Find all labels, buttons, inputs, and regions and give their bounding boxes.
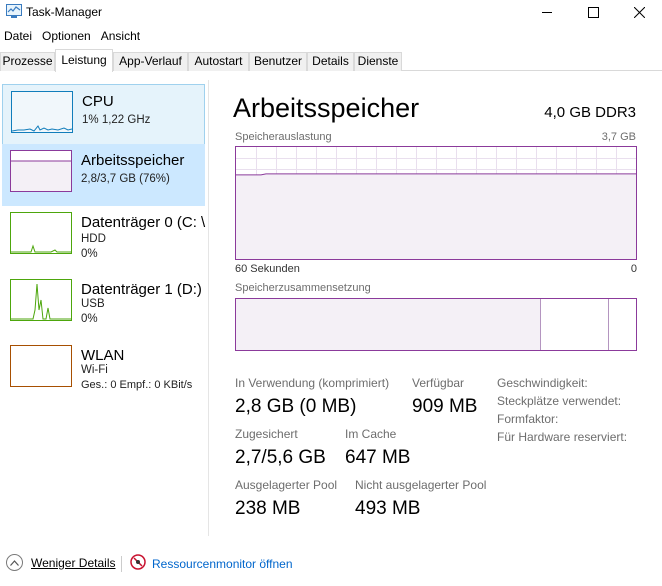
close-button[interactable]: [616, 0, 662, 24]
composition-label: Speicherzusammensetzung: [235, 282, 371, 294]
paged-pool-label: Ausgelagerter Pool: [235, 478, 338, 492]
sidebar-disk-1-title: Datenträger 1 (D:): [81, 281, 202, 298]
sidebar-cpu-usage: 1% 1,22 GHz: [82, 114, 151, 126]
chevron-up-icon: [6, 554, 23, 571]
tab-bar: Prozesse Leistung App-Verlauf Autostart …: [0, 49, 662, 72]
window-title: Task-Manager: [26, 5, 103, 19]
usage-graph-label: Speicherauslastung: [235, 131, 332, 143]
tab-prozesse[interactable]: Prozesse: [0, 52, 55, 71]
sidebar-item-cpu[interactable]: CPU 1% 1,22 GHz: [2, 84, 205, 146]
menu-ansicht[interactable]: Ansicht: [96, 27, 145, 47]
minimize-button[interactable]: [524, 0, 570, 24]
fewer-details-label: Weniger Details: [31, 555, 116, 570]
menu-bar: Datei Optionen Ansicht: [0, 27, 145, 47]
resource-monitor-label: Ressourcenmonitor öffnen: [152, 556, 293, 571]
menu-optionen[interactable]: Optionen: [37, 27, 96, 47]
graph-time-right: 0: [630, 263, 637, 275]
title-bar: Task-Manager: [0, 0, 662, 24]
task-manager-icon: [6, 4, 22, 18]
tab-benutzer[interactable]: Benutzer: [249, 52, 307, 71]
cached-label: Im Cache: [345, 427, 397, 441]
sidebar-wlan-throughput: Ges.: 0 Empf.: 0 KBit/s: [81, 379, 193, 391]
in-use-label: In Verwendung (komprimiert): [235, 376, 390, 390]
graph-time-left: 60 Sekunden: [235, 263, 300, 275]
composition-cached[interactable]: [542, 299, 609, 350]
disk-1-thumbnail-graph: [10, 279, 72, 321]
tab-dienste[interactable]: Dienste: [354, 52, 402, 71]
cached-value: 647 MB: [345, 447, 411, 468]
hardware-reserved-label: Für Hardware reserviert:: [497, 430, 628, 444]
memory-spec: 4,0 GB DDR3: [544, 104, 636, 121]
speed-label: Geschwindigkeit:: [497, 376, 588, 390]
sidebar-item-memory[interactable]: Arbeitsspeicher 2,8/3,7 GB (76%): [2, 144, 205, 206]
menu-datei[interactable]: Datei: [0, 27, 37, 47]
available-value: 909 MB: [412, 396, 478, 417]
tab-leistung[interactable]: Leistung: [55, 49, 113, 72]
paged-pool-value: 238 MB: [235, 498, 301, 519]
nonpaged-pool-value: 493 MB: [355, 498, 421, 519]
available-label: Verfügbar: [412, 376, 465, 390]
tab-autostart[interactable]: Autostart: [188, 52, 249, 71]
memory-thumbnail-graph: [10, 150, 72, 192]
nonpaged-pool-label: Nicht ausgelagerter Pool: [355, 478, 487, 492]
disk-0-thumbnail-graph: [10, 212, 72, 254]
in-use-value: 2,8 GB (0 MB): [235, 396, 357, 417]
memory-composition-bar: [235, 298, 637, 351]
maximize-button[interactable]: [570, 0, 616, 24]
sidebar-disk-0-title: Datenträger 0 (C: \: [81, 214, 206, 231]
composition-in-use[interactable]: [236, 299, 541, 350]
resource-monitor-link[interactable]: Ressourcenmonitor öffnen: [130, 554, 293, 573]
sidebar-disk-1-usage: 0%: [81, 313, 98, 325]
slots-label: Steckplätze verwendet:: [497, 394, 622, 408]
sidebar-cpu-title: CPU: [82, 93, 114, 110]
tab-app-verlauf[interactable]: App-Verlauf: [113, 52, 188, 71]
fewer-details-button[interactable]: Weniger Details: [6, 554, 115, 571]
sidebar-item-disk-0[interactable]: Datenträger 0 (C: \ HDD 0%: [2, 206, 205, 268]
footer-separator: [121, 556, 122, 572]
tab-details[interactable]: Details: [307, 52, 354, 71]
cpu-thumbnail-graph: [11, 91, 73, 133]
form-factor-label: Formfaktor:: [497, 412, 559, 426]
memory-usage-graph: [235, 146, 637, 260]
sidebar-item-disk-1[interactable]: Datenträger 1 (D:) USB 0%: [2, 273, 205, 335]
sidebar-memory-usage: 2,8/3,7 GB (76%): [81, 173, 170, 185]
composition-free[interactable]: [610, 299, 636, 350]
sidebar-disk-0-usage: 0%: [81, 248, 98, 260]
sidebar-disk-0-type: HDD: [81, 233, 106, 245]
resource-sidebar: CPU 1% 1,22 GHz Arbeitsspeicher 2,8/3,7 …: [0, 80, 209, 536]
sidebar-disk-1-type: USB: [81, 298, 105, 310]
sidebar-memory-title: Arbeitsspeicher: [81, 152, 185, 169]
sidebar-wlan-type: Wi-Fi: [81, 364, 108, 376]
committed-label: Zugesichert: [235, 427, 298, 441]
footer-bar: Weniger Details Ressourcenmonitor öffnen: [0, 548, 662, 578]
resource-monitor-icon: [130, 554, 146, 573]
sidebar-item-wlan[interactable]: WLAN Wi-Fi Ges.: 0 Empf.: 0 KBit/s: [2, 339, 205, 401]
usage-graph-max: 3,7 GB: [601, 131, 636, 143]
committed-value: 2,7/5,6 GB: [235, 447, 326, 468]
wlan-thumbnail-graph: [10, 345, 72, 387]
sidebar-wlan-title: WLAN: [81, 347, 125, 364]
page-title: Arbeitsspeicher: [233, 93, 420, 123]
